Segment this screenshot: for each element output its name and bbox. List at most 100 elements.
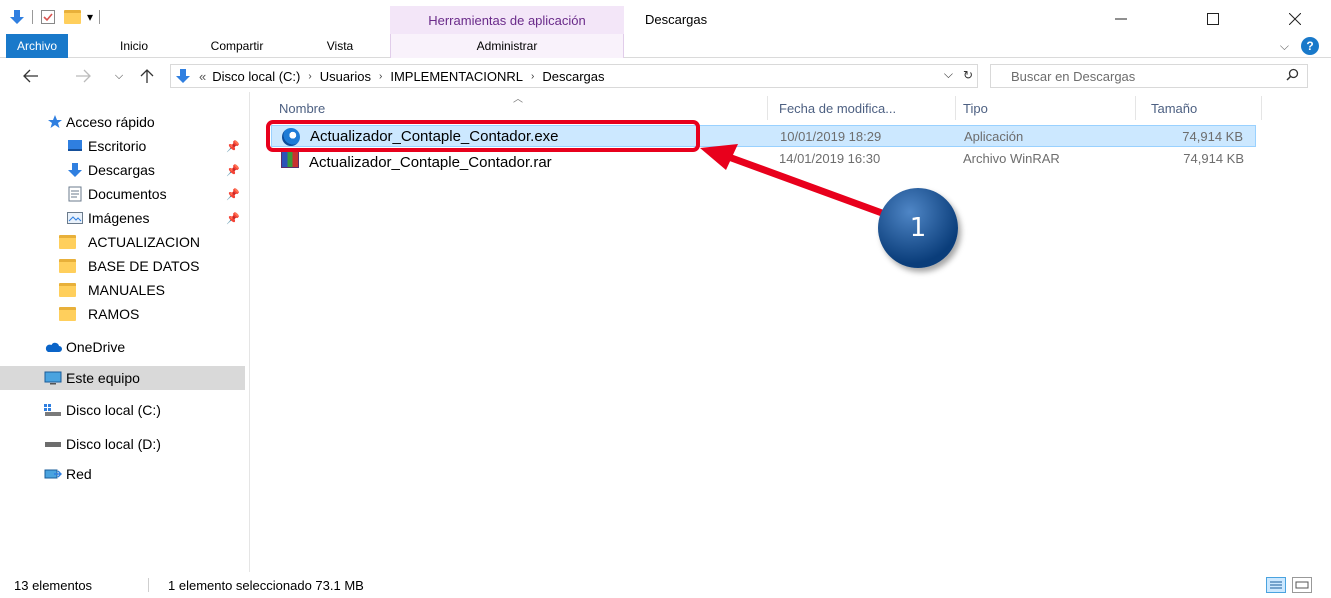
status-separator — [148, 578, 149, 592]
refresh-icon[interactable]: ↻ — [963, 68, 973, 82]
address-history-icon[interactable]: ⌵ — [944, 67, 953, 82]
nav-label: BASE DE DATOS — [88, 258, 200, 274]
nav-label: Documentos — [88, 186, 167, 202]
nav-item-base-de-datos[interactable]: BASE DE DATOS — [0, 254, 245, 278]
tab-archivo[interactable]: Archivo — [6, 34, 68, 58]
chevron-right-icon[interactable]: › — [531, 71, 534, 82]
toolbar-separator — [32, 10, 33, 24]
pin-icon[interactable]: 📌 — [226, 212, 240, 225]
forward-button[interactable] — [72, 65, 94, 87]
column-divider[interactable] — [1135, 96, 1136, 120]
pin-icon[interactable]: 📌 — [226, 164, 240, 177]
tab-administrar[interactable]: Administrar — [390, 34, 624, 58]
help-icon[interactable]: ? — [1301, 37, 1319, 55]
column-header-type[interactable]: Tipo — [963, 98, 988, 118]
nav-item-documentos[interactable]: Documentos 📌 — [0, 182, 245, 206]
breadcrumb-overflow[interactable]: « — [199, 69, 206, 84]
documents-icon — [66, 186, 84, 202]
nav-item-acceso-rapido[interactable]: Acceso rápido — [0, 110, 245, 134]
nav-item-ramos[interactable]: RAMOS — [0, 302, 245, 326]
ribbon-controls: ⌵ ? — [1280, 37, 1319, 55]
folder-icon — [58, 306, 76, 322]
breadcrumb-disco-local-c[interactable]: Disco local (C:) — [212, 69, 300, 84]
title-bar: ▾ Herramientas de aplicación Descargas — [0, 0, 1331, 34]
breadcrumb-usuarios[interactable]: Usuarios — [320, 69, 371, 84]
download-arrow-icon[interactable] — [8, 8, 26, 26]
nav-label: Imágenes — [88, 210, 150, 226]
folder-icon — [58, 258, 76, 274]
column-divider[interactable] — [955, 96, 956, 120]
search-icon[interactable] — [1286, 68, 1299, 84]
maximize-button[interactable] — [1190, 6, 1236, 32]
close-button[interactable] — [1272, 6, 1318, 32]
large-icons-view-icon[interactable] — [1292, 577, 1312, 593]
file-type: Archivo WinRAR — [963, 151, 1060, 166]
nav-item-manuales[interactable]: MANUALES — [0, 278, 245, 302]
navigation-pane: Acceso rápido Escritorio 📌 Descargas 📌 D… — [0, 92, 250, 572]
column-divider[interactable] — [1261, 96, 1262, 120]
nav-item-este-equipo[interactable]: Este equipo — [0, 366, 245, 390]
up-button[interactable] — [136, 65, 158, 87]
new-folder-icon[interactable] — [63, 8, 81, 26]
nav-item-escritorio[interactable]: Escritorio 📌 — [0, 134, 245, 158]
nav-item-imagenes[interactable]: Imágenes 📌 — [0, 206, 245, 230]
context-tab-header: Herramientas de aplicación — [390, 6, 624, 34]
file-type: Aplicación — [964, 129, 1024, 144]
nav-item-disco-local-d[interactable]: Disco local (D:) — [0, 432, 245, 456]
column-label: Tamaño — [1151, 100, 1198, 116]
nav-item-red[interactable]: Red — [0, 462, 245, 486]
nav-label: Disco local (D:) — [66, 436, 161, 452]
folder-icon — [58, 234, 76, 250]
address-controls: ⌵ ↻ — [944, 67, 973, 82]
minimize-button[interactable] — [1098, 6, 1144, 32]
nav-label: OneDrive — [66, 339, 126, 355]
ribbon-tabs: Archivo Inicio Compartir Vista Administr… — [0, 34, 1331, 58]
quick-access-toolbar: ▾ — [8, 6, 101, 28]
nav-label: Descargas — [88, 162, 155, 178]
download-icon — [66, 162, 84, 178]
column-header-name[interactable]: Nombre — [279, 98, 325, 118]
nav-item-descargas[interactable]: Descargas 📌 — [0, 158, 245, 182]
breadcrumb-descargas[interactable]: Descargas — [542, 69, 604, 84]
pin-icon[interactable]: 📌 — [226, 140, 240, 153]
breadcrumb-implementacionrl[interactable]: IMPLEMENTACIONRL — [390, 69, 523, 84]
pictures-icon — [66, 210, 84, 226]
search-placeholder: Buscar en Descargas — [1011, 68, 1136, 84]
status-bar: 13 elementos 1 elemento seleccionado 73.… — [0, 572, 1331, 598]
annotation-highlight — [266, 120, 700, 152]
network-icon — [44, 466, 62, 482]
window-title: Descargas — [645, 12, 708, 27]
tab-inicio[interactable]: Inicio — [104, 34, 164, 58]
back-button[interactable] — [20, 65, 42, 87]
nav-label: RAMOS — [88, 306, 140, 322]
nav-label: ACTUALIZACION — [88, 234, 201, 250]
nav-item-disco-local-c[interactable]: Disco local (C:) — [0, 398, 245, 422]
tab-vista[interactable]: Vista — [314, 34, 366, 58]
nav-item-onedrive[interactable]: OneDrive — [0, 335, 245, 359]
recent-locations-button[interactable]: ⌵ — [108, 65, 130, 87]
pin-icon[interactable]: 📌 — [226, 188, 240, 201]
tab-compartir[interactable]: Compartir — [192, 34, 282, 58]
search-input[interactable]: Buscar en Descargas — [990, 64, 1308, 88]
downloads-location-icon — [175, 68, 193, 84]
properties-icon[interactable] — [39, 8, 57, 26]
chevron-right-icon[interactable]: › — [379, 71, 382, 82]
column-header-size[interactable]: Tamaño — [1151, 98, 1197, 118]
column-divider[interactable] — [767, 96, 768, 120]
navigation-bar: ⌵ « Disco local (C:) › Usuarios › IMPLEM… — [0, 60, 1331, 92]
column-label: Nombre — [279, 100, 326, 116]
column-header-date[interactable]: Fecha de modifica... — [779, 98, 896, 118]
nav-label: Red — [66, 466, 92, 482]
desktop-icon — [66, 138, 84, 154]
star-icon — [46, 114, 64, 130]
nav-item-actualizacion[interactable]: ACTUALIZACION — [0, 230, 245, 254]
address-bar[interactable]: « Disco local (C:) › Usuarios › IMPLEMEN… — [170, 64, 978, 88]
details-view-icon[interactable] — [1266, 577, 1286, 593]
nav-label: Escritorio — [88, 138, 147, 154]
customize-toolbar-icon[interactable]: ▾ — [87, 10, 93, 24]
expand-ribbon-icon[interactable]: ⌵ — [1280, 39, 1289, 54]
chevron-right-icon[interactable]: › — [308, 71, 311, 82]
annotation-badge: 1 — [878, 188, 958, 268]
file-name: Actualizador_Contaple_Contador.rar — [309, 154, 552, 171]
nav-label: Este equipo — [66, 370, 140, 386]
